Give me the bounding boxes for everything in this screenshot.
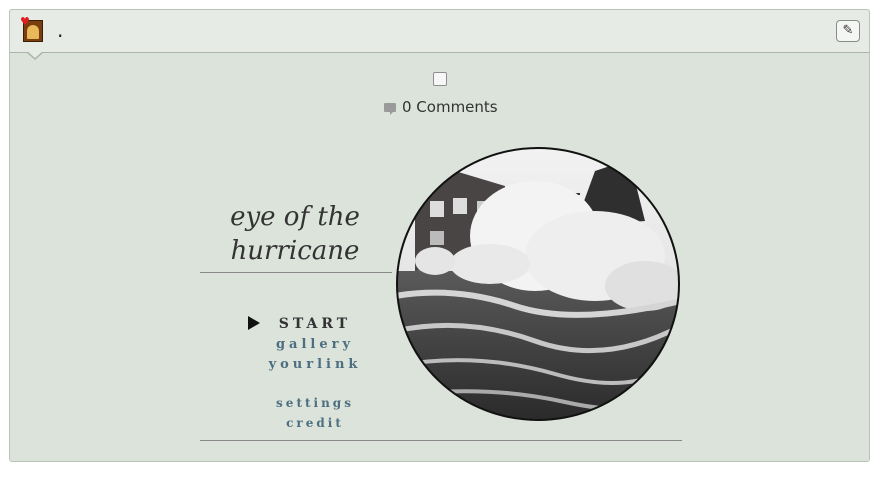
- menu-gallery[interactable]: gallery: [230, 337, 400, 352]
- menu-yourlink[interactable]: yourlink: [230, 357, 400, 372]
- comment-bubble-icon: [384, 102, 396, 115]
- menu-settings[interactable]: settings: [230, 396, 400, 410]
- comments-link[interactable]: 0 Comments: [384, 97, 498, 117]
- hurricane-photo: [396, 147, 680, 421]
- select-checkbox[interactable]: [433, 72, 447, 86]
- pencil-icon: ✎: [842, 23, 854, 38]
- divider-bottom: [200, 440, 682, 441]
- comments-count[interactable]: 0 Comments: [402, 98, 498, 116]
- theme-title: eye of the hurricane: [230, 202, 360, 266]
- menu-credit[interactable]: credit: [230, 416, 400, 430]
- edit-button[interactable]: ✎: [836, 20, 860, 42]
- post-header: ♥ . ✎: [10, 10, 869, 53]
- post-title: .: [57, 18, 64, 42]
- divider-left: [200, 272, 392, 273]
- header-pointer: [26, 51, 44, 60]
- menu-start[interactable]: START: [230, 316, 400, 332]
- user-avatar-icon[interactable]: ♥: [20, 16, 43, 42]
- post-card: ♥ . ✎ 0 Comments eye of the hurricane ST…: [9, 9, 870, 462]
